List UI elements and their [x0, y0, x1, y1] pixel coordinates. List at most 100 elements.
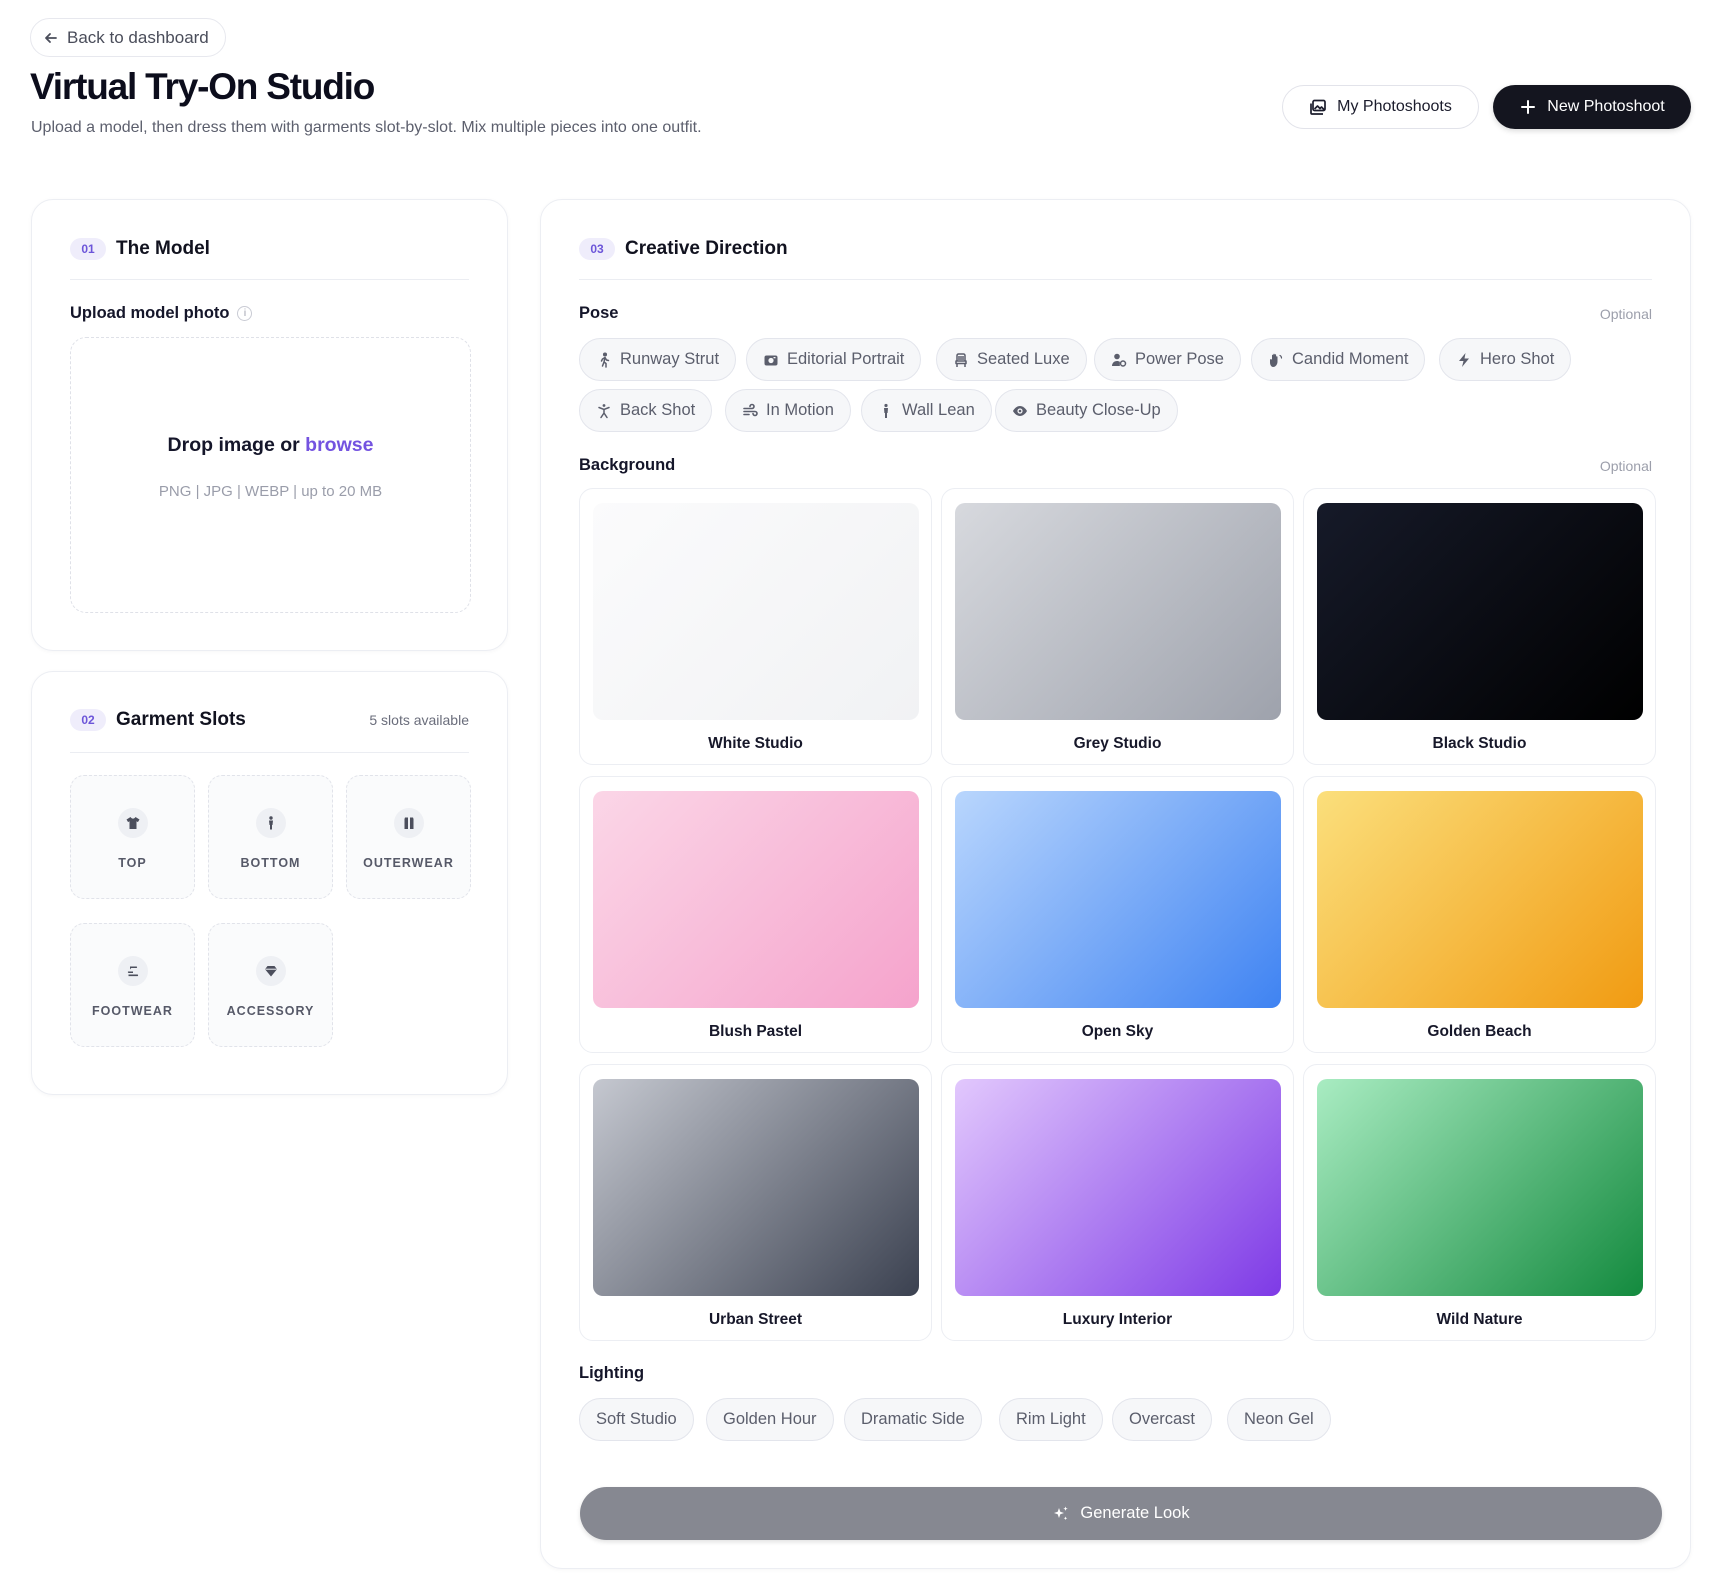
- lighting-chip-golden-hour[interactable]: Golden Hour: [706, 1398, 834, 1441]
- lighting-chip-soft-studio[interactable]: Soft Studio: [579, 1398, 694, 1441]
- step-badge: 01: [70, 238, 106, 260]
- background-option-urban-street[interactable]: Urban Street: [579, 1064, 932, 1341]
- lighting-chip-overcast[interactable]: Overcast: [1112, 1398, 1213, 1441]
- generate-look-label: Generate Look: [1080, 1504, 1190, 1522]
- shirt-icon: [118, 808, 148, 838]
- chip-label: Overcast: [1129, 1410, 1196, 1428]
- step-badge: 03: [579, 238, 615, 260]
- lighting-chip-rim-light[interactable]: Rim Light: [999, 1398, 1103, 1441]
- user-cog-icon: [1112, 353, 1127, 367]
- wind-icon: [743, 403, 758, 416]
- pose-chip-wall-lean[interactable]: Wall Lean: [861, 389, 992, 432]
- creative-card-title: Creative Direction: [625, 238, 788, 259]
- slot-top[interactable]: TOP: [70, 775, 195, 899]
- background-option-white-studio[interactable]: White Studio: [579, 488, 932, 765]
- background-label: Grey Studio: [1073, 735, 1162, 752]
- pose-chip-candid-moment[interactable]: Candid Moment: [1251, 338, 1426, 381]
- garment-card: 02 Garment Slots 5 slots available TOP B…: [31, 671, 508, 1095]
- chip-label: Dramatic Side: [861, 1410, 965, 1428]
- divider: [579, 279, 1652, 280]
- divider: [70, 752, 469, 753]
- chip-label: Hero Shot: [1480, 350, 1555, 368]
- back-label: Back to dashboard: [67, 27, 209, 47]
- model-card-title: The Model: [116, 238, 210, 259]
- background-swatch: [955, 1079, 1281, 1296]
- gem-icon: [256, 956, 286, 986]
- garment-card-title: Garment Slots: [116, 709, 246, 730]
- background-option-blush-pastel[interactable]: Blush Pastel: [579, 776, 932, 1053]
- chip-label: Power Pose: [1135, 350, 1224, 368]
- new-photoshoot-label: New Photoshoot: [1547, 98, 1665, 115]
- back-to-dashboard-button[interactable]: Back to dashboard: [30, 18, 226, 57]
- background-label: Background: [579, 456, 676, 474]
- generate-look-button[interactable]: Generate Look: [580, 1487, 1662, 1540]
- chip-label: Golden Hour: [723, 1410, 817, 1428]
- chip-label: Beauty Close-Up: [1036, 401, 1161, 419]
- model-card-header: 01 The Model: [70, 235, 469, 263]
- slot-label: TOP: [118, 856, 147, 870]
- bolt-icon: [1459, 352, 1469, 367]
- chip-label: Candid Moment: [1292, 350, 1409, 368]
- pose-label: Pose: [579, 304, 619, 322]
- hand-icon: [1270, 353, 1283, 367]
- model-card: 01 The Model Upload model photo i Drop i…: [31, 199, 508, 651]
- creative-direction-card: 03 Creative Direction Pose Optional Runw…: [540, 199, 1691, 1569]
- background-label: White Studio: [708, 735, 803, 752]
- chip-label: Runway Strut: [620, 350, 720, 368]
- my-photoshoots-button[interactable]: My Photoshoots: [1282, 85, 1479, 129]
- info-icon[interactable]: i: [237, 306, 253, 321]
- pose-chip-power-pose[interactable]: Power Pose: [1094, 338, 1241, 381]
- background-label: Blush Pastel: [708, 1023, 803, 1040]
- pose-chip-back-shot[interactable]: Back Shot: [579, 389, 713, 432]
- person-standing-icon: [884, 403, 888, 418]
- slot-label: ACCESSORY: [226, 1004, 315, 1018]
- arrow-left-icon: [45, 32, 57, 43]
- chip-label: Seated Luxe: [977, 350, 1070, 368]
- slot-outerwear[interactable]: OUTERWEAR: [346, 775, 471, 899]
- pose-chip-beauty-close-up[interactable]: Beauty Close-Up: [995, 389, 1178, 432]
- background-swatch: [1317, 1079, 1643, 1296]
- background-swatch: [593, 1079, 919, 1296]
- background-label: Open Sky: [1081, 1023, 1154, 1040]
- pose-chip-editorial-portrait[interactable]: Editorial Portrait: [746, 338, 922, 381]
- slot-footwear[interactable]: FOOTWEAR: [70, 923, 195, 1047]
- background-option-golden-beach[interactable]: Golden Beach: [1303, 776, 1656, 1053]
- creative-card-header: 03 Creative Direction: [579, 235, 1652, 263]
- lighting-chip-neon-gel[interactable]: Neon Gel: [1227, 1398, 1331, 1441]
- jacket-icon: [394, 808, 424, 838]
- person-icon: [256, 808, 286, 838]
- new-photoshoot-button[interactable]: New Photoshoot: [1493, 85, 1691, 129]
- background-swatch: [593, 503, 919, 720]
- background-label: Black Studio: [1432, 735, 1527, 752]
- images-icon: [1310, 99, 1326, 115]
- lighting-chip-dramatic-side[interactable]: Dramatic Side: [844, 1398, 982, 1441]
- background-option-luxury-interior[interactable]: Luxury Interior: [941, 1064, 1294, 1341]
- plus-icon: [1521, 100, 1536, 114]
- drop-title: Drop image or browse: [71, 434, 470, 457]
- eye-icon: [1013, 405, 1027, 416]
- background-swatch: [955, 503, 1281, 720]
- optional-tag: Optional: [1599, 458, 1652, 474]
- upload-model-text: Upload model photo: [70, 304, 230, 322]
- background-option-wild-nature[interactable]: Wild Nature: [1303, 1064, 1656, 1341]
- pose-chip-in-motion[interactable]: In Motion: [725, 389, 851, 432]
- background-option-black-studio[interactable]: Black Studio: [1303, 488, 1656, 765]
- background-option-grey-studio[interactable]: Grey Studio: [941, 488, 1294, 765]
- walking-icon: [600, 351, 610, 368]
- background-label: Wild Nature: [1436, 1311, 1523, 1328]
- chip-label: In Motion: [766, 401, 834, 419]
- background-label: Golden Beach: [1427, 1023, 1532, 1040]
- slot-accessory[interactable]: ACCESSORY: [208, 923, 333, 1047]
- background-swatch: [593, 791, 919, 1008]
- background-swatch: [955, 791, 1281, 1008]
- divider: [70, 279, 469, 280]
- pose-chip-seated-luxe[interactable]: Seated Luxe: [936, 338, 1087, 381]
- page-title: Virtual Try-On Studio: [30, 66, 375, 107]
- model-dropzone[interactable]: Drop image or browse PNG | JPG | WEBP | …: [70, 337, 471, 613]
- chip-label: Rim Light: [1016, 1410, 1086, 1428]
- pose-chip-hero-shot[interactable]: Hero Shot: [1439, 338, 1572, 381]
- slot-bottom[interactable]: BOTTOM: [208, 775, 333, 899]
- background-option-open-sky[interactable]: Open Sky: [941, 776, 1294, 1053]
- browse-link[interactable]: browse: [305, 434, 373, 456]
- pose-chip-runway-strut[interactable]: Runway Strut: [579, 338, 737, 381]
